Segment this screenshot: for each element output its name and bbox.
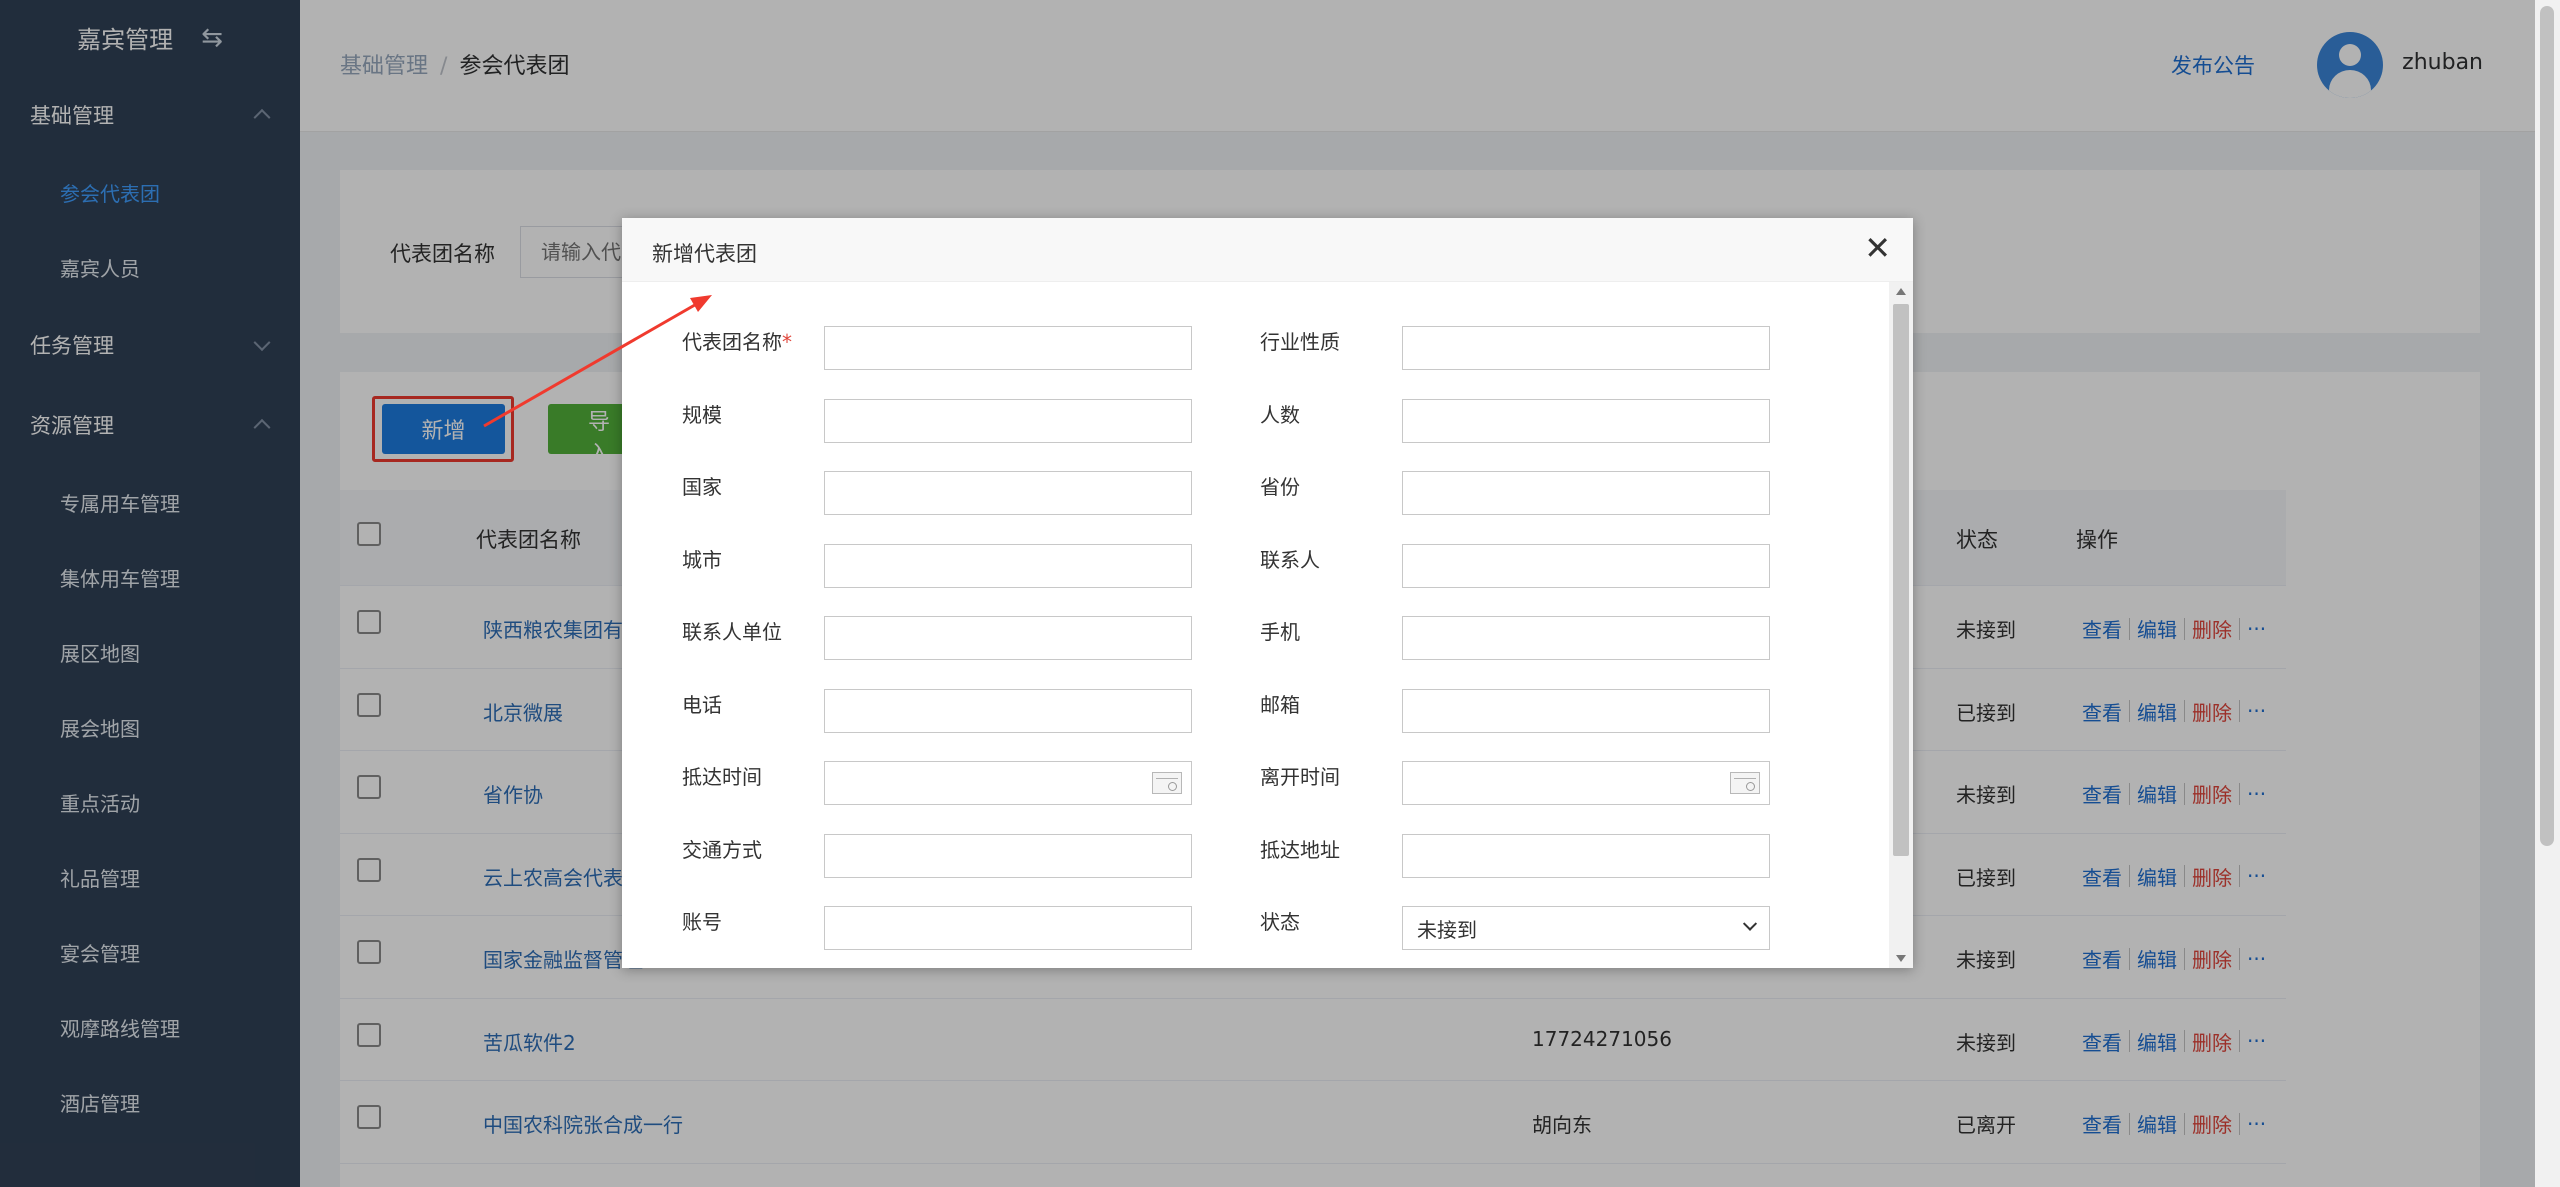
page-scrollbar-thumb[interactable] [2540, 6, 2554, 846]
phone-label: 电话 [682, 693, 722, 717]
transport-label: 交通方式 [682, 838, 762, 862]
departure-time-input[interactable] [1402, 761, 1770, 805]
email-input[interactable] [1402, 689, 1770, 733]
contact-person-label: 联系人 [1260, 548, 1320, 572]
departure-time-label: 离开时间 [1260, 765, 1340, 789]
province-label: 省份 [1260, 475, 1300, 499]
status-select[interactable]: 未接到 [1402, 906, 1770, 950]
contact-person-input[interactable] [1402, 544, 1770, 588]
close-icon[interactable]: ✕ [1864, 232, 1891, 264]
arrival-address-input[interactable] [1402, 834, 1770, 878]
scale-label: 规模 [682, 403, 722, 427]
city-label: 城市 [682, 548, 722, 572]
headcount-label: 人数 [1260, 403, 1300, 427]
arrival-address-label: 抵达地址 [1260, 838, 1340, 862]
dialog-header: 新增代表团 ✕ [622, 218, 1913, 282]
status-select-value: 未接到 [1417, 917, 1477, 942]
arrival-time-input[interactable] [824, 761, 1192, 805]
label-text: 代表团名称 [682, 330, 782, 354]
dialog-title: 新增代表团 [652, 242, 757, 266]
dialog-scrollbar[interactable] [1889, 282, 1913, 968]
contact-org-input[interactable] [824, 616, 1192, 660]
account-input[interactable] [824, 906, 1192, 950]
account-label: 账号 [682, 910, 722, 934]
province-input[interactable] [1402, 471, 1770, 515]
contact-org-label: 联系人单位 [682, 620, 782, 644]
calendar-icon[interactable] [1730, 772, 1760, 794]
delegation-name-label: 代表团名称* [682, 326, 792, 355]
required-mark: * [782, 330, 792, 354]
calendar-icon[interactable] [1152, 772, 1182, 794]
delegation-name-input[interactable] [824, 326, 1192, 370]
country-label: 国家 [682, 475, 722, 499]
scroll-down-arrow-icon[interactable] [1896, 955, 1906, 962]
page-scrollbar[interactable] [2535, 0, 2560, 1187]
mobile-label: 手机 [1260, 620, 1300, 644]
mobile-input[interactable] [1402, 616, 1770, 660]
chevron-down-icon [1742, 916, 1758, 931]
scroll-up-arrow-icon[interactable] [1896, 288, 1906, 295]
industry-input[interactable] [1402, 326, 1770, 370]
email-label: 邮箱 [1260, 693, 1300, 717]
scale-input[interactable] [824, 399, 1192, 443]
dialog-form: 代表团名称* 行业性质 规模 人数 国家 省份 城市 联系人 联系人单位 手机 … [622, 282, 1889, 968]
city-input[interactable] [824, 544, 1192, 588]
add-delegation-dialog: 新增代表团 ✕ 代表团名称* 行业性质 规模 人数 国家 省份 城市 联系人 联… [622, 218, 1913, 968]
transport-input[interactable] [824, 834, 1192, 878]
headcount-input[interactable] [1402, 399, 1770, 443]
industry-label: 行业性质 [1260, 330, 1340, 354]
status-label: 状态 [1260, 910, 1300, 934]
country-input[interactable] [824, 471, 1192, 515]
dialog-scrollbar-thumb[interactable] [1893, 304, 1909, 856]
arrival-time-label: 抵达时间 [682, 765, 762, 789]
phone-input[interactable] [824, 689, 1192, 733]
